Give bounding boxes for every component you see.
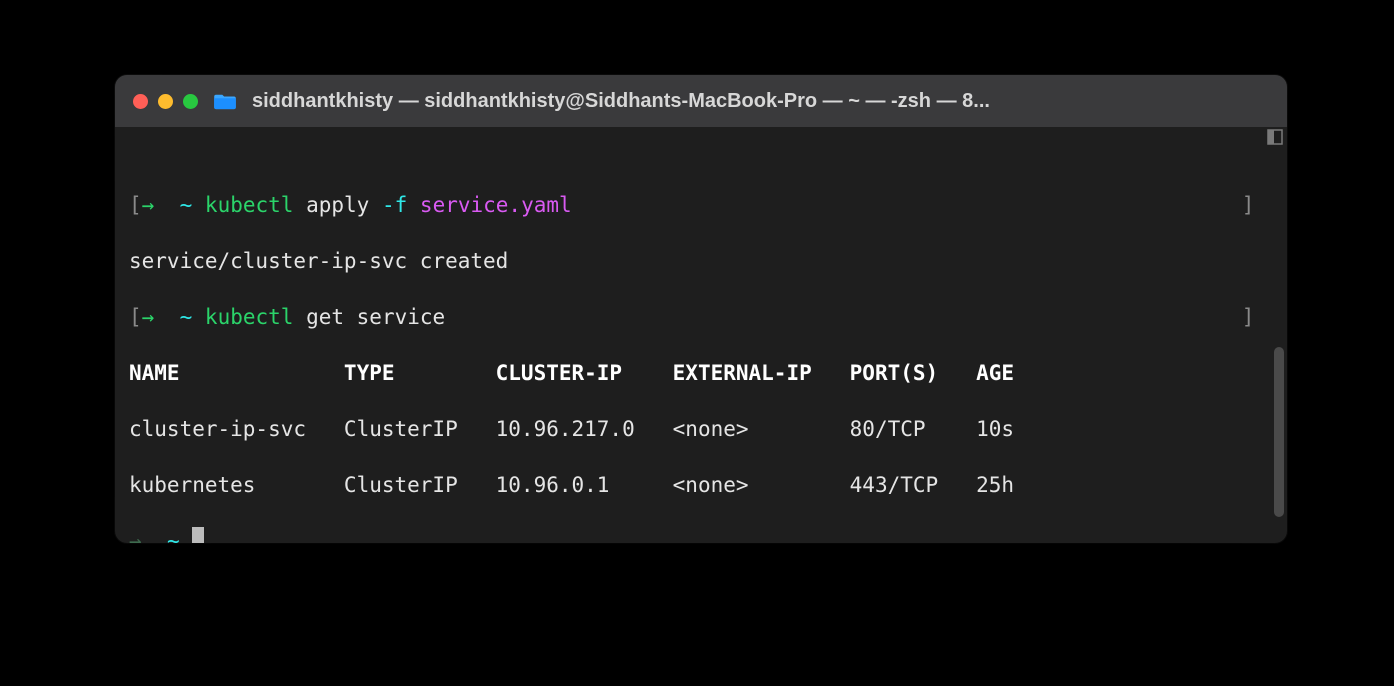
traffic-lights [133,94,198,109]
table-header-row: NAME TYPE CLUSTER-IP EXTERNAL-IP PORT(S)… [129,359,1273,387]
table-row: kubernetes ClusterIP 10.96.0.1 <none> 44… [129,471,1273,499]
close-icon[interactable] [133,94,148,109]
right-bracket-pad: ] [572,193,1255,217]
prompt-arrow: → [129,529,142,543]
prompt-arrow: → [142,305,155,329]
cmd-flag: -f [382,193,407,217]
prompt-tilde: ~ [180,305,193,329]
cmd-kubectl: kubectl [205,193,294,217]
terminal-area[interactable]: [→ ~ kubectl apply -f service.yaml ] ser… [115,127,1287,543]
terminal-window: siddhantkhisty — siddhantkhisty@Siddhant… [115,75,1287,543]
window-title: siddhantkhisty — siddhantkhisty@Siddhant… [252,90,1269,113]
zoom-icon[interactable] [183,94,198,109]
cursor [192,527,204,543]
cmd-kubectl: kubectl [205,305,294,329]
output-line: service/cluster-ip-svc created [129,249,508,273]
terminal-content[interactable]: [→ ~ kubectl apply -f service.yaml ] ser… [115,127,1287,543]
prompt-arrow: → [142,193,155,217]
prompt-tilde: ~ [167,529,180,543]
right-bracket-pad: ] [445,305,1254,329]
table-row: cluster-ip-svc ClusterIP 10.96.217.0 <no… [129,415,1273,443]
cmd-arg: service.yaml [420,193,572,217]
folder-icon [214,92,236,110]
prompt-tilde: ~ [180,193,193,217]
cmd-sub: get service [306,305,445,329]
scrollbar[interactable] [1274,347,1284,517]
minimize-icon[interactable] [158,94,173,109]
prompt-bracket: [ [129,193,142,217]
titlebar[interactable]: siddhantkhisty — siddhantkhisty@Siddhant… [115,75,1287,127]
pane-icon [1267,129,1283,145]
cmd-sub: apply [306,193,369,217]
prompt-bracket: [ [129,305,142,329]
